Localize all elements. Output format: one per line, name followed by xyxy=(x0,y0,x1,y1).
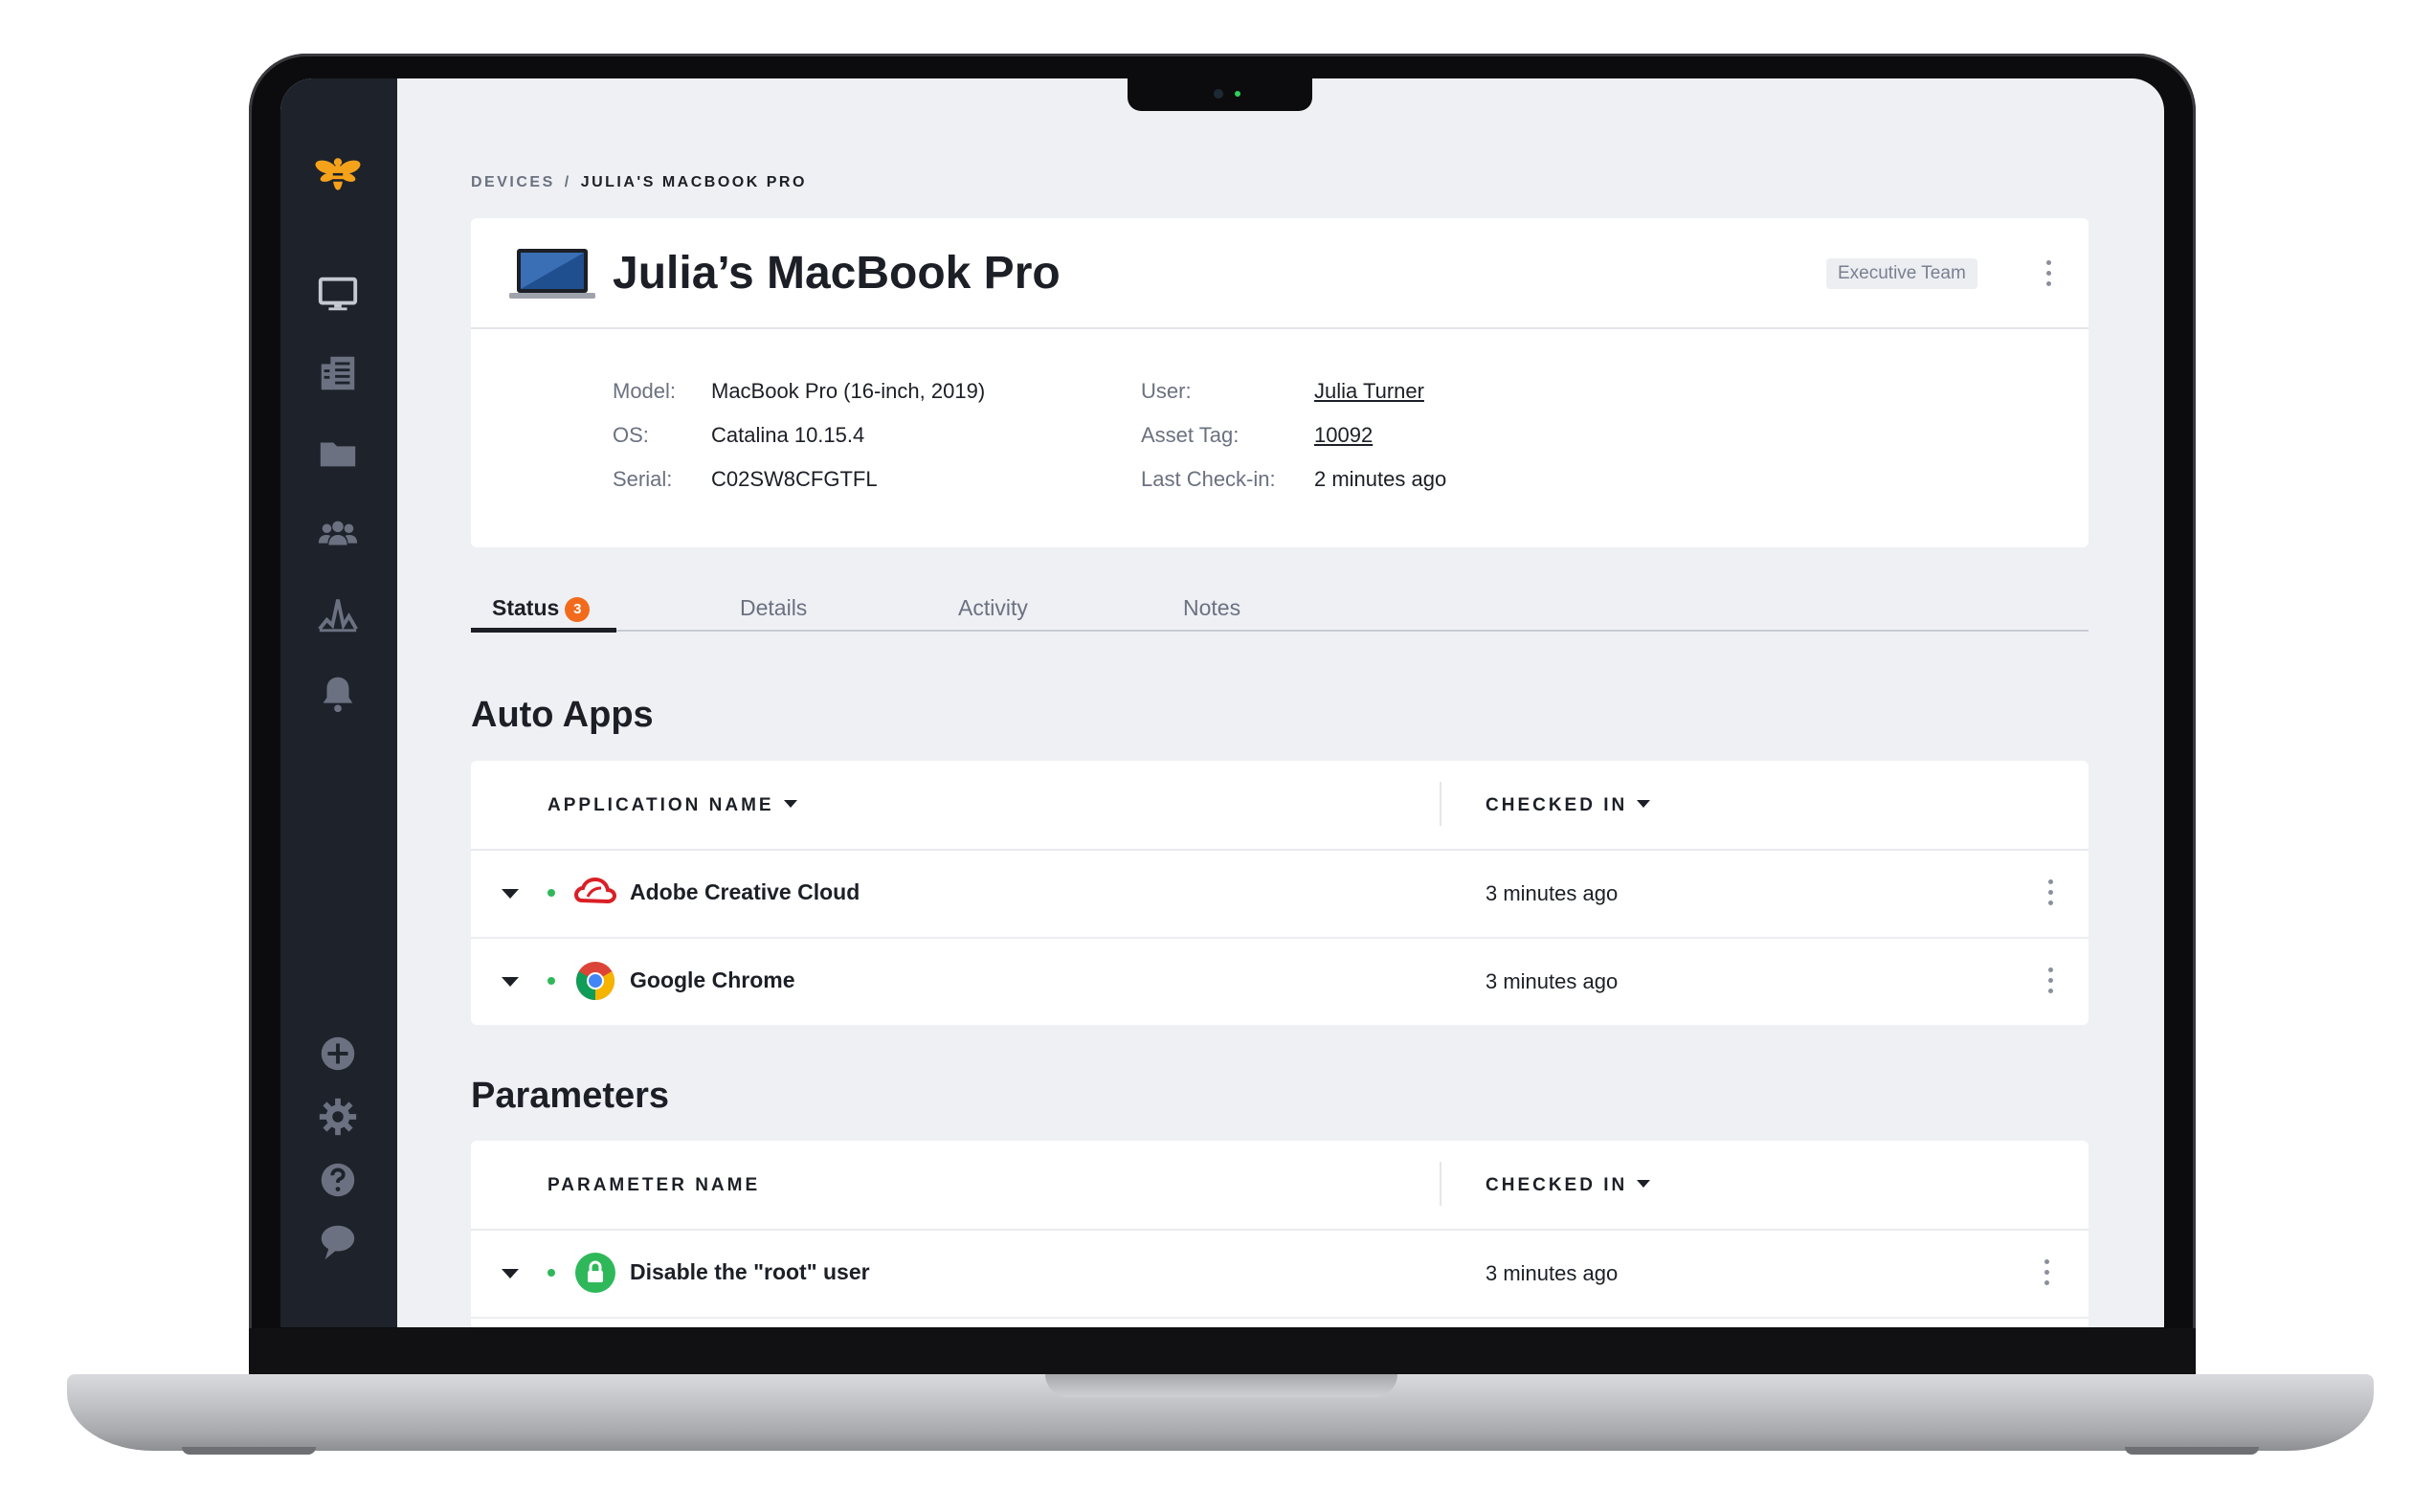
app-name: Adobe Creative Cloud xyxy=(630,879,860,904)
tab-status[interactable]: Status 3 xyxy=(492,595,591,622)
column-header-label: CHECKED IN xyxy=(1486,795,1628,815)
tab-status-label: Status xyxy=(492,595,560,620)
sort-checked-in[interactable]: CHECKED IN xyxy=(1486,795,1651,816)
chat-icon[interactable] xyxy=(314,1217,362,1265)
model-label: Model: xyxy=(613,379,677,403)
laptop-foot xyxy=(182,1447,316,1455)
column-divider xyxy=(1440,782,1441,826)
table-row[interactable]: Google Chrome 3 minutes ago xyxy=(471,937,2089,1025)
row-more-icon[interactable] xyxy=(2046,967,2054,993)
last-checkin-label: Last Check-in: xyxy=(1141,467,1276,491)
bee-logo-icon[interactable] xyxy=(314,151,362,199)
camera-light xyxy=(1235,91,1240,97)
tab-notes[interactable]: Notes xyxy=(1183,595,1240,621)
tab-activity[interactable]: Activity xyxy=(958,595,1028,621)
screen: DEVICES / JULIA'S MACBOOK PRO Julia’s MacB… xyxy=(280,78,2164,1327)
status-count-badge: 3 xyxy=(565,597,591,622)
expand-row-icon[interactable] xyxy=(502,1269,519,1279)
last-checkin-value: 2 minutes ago xyxy=(1314,467,1447,491)
breadcrumb-separator: / xyxy=(564,174,571,190)
main-content: DEVICES / JULIA'S MACBOOK PRO Julia’s MacB… xyxy=(397,78,2164,1327)
serial-value: C02SW8CFGTFL xyxy=(711,467,878,491)
devices-icon[interactable] xyxy=(314,270,362,318)
group-tag[interactable]: Executive Team xyxy=(1826,258,1977,289)
sort-application-name[interactable]: APPLICATION NAME xyxy=(547,795,797,816)
parameters-title: Parameters xyxy=(471,1076,670,1116)
activity-chart-icon[interactable] xyxy=(314,590,362,638)
app-name: Google Chrome xyxy=(630,967,795,992)
model-value: MacBook Pro (16-inch, 2019) xyxy=(711,379,986,403)
parameter-name: Disable the "root" user xyxy=(630,1259,870,1284)
page-title: Julia’s MacBook Pro xyxy=(613,248,1061,299)
checked-in-time: 3 minutes ago xyxy=(1486,881,1619,905)
user-label: User: xyxy=(1141,379,1192,403)
auto-apps-table: APPLICATION NAME CHECKED IN Adobe Creati… xyxy=(471,761,2089,1025)
blueprints-icon[interactable] xyxy=(314,349,362,397)
breadcrumb: DEVICES / JULIA'S MACBOOK PRO xyxy=(471,174,807,191)
camera-notch xyxy=(1128,78,1312,111)
column-divider xyxy=(1440,1162,1441,1206)
asset-tag-link[interactable]: 10092 xyxy=(1314,423,1373,448)
checked-in-time: 3 minutes ago xyxy=(1486,1261,1619,1285)
device-header: Julia’s MacBook Pro Executive Team xyxy=(471,218,2089,329)
status-dot xyxy=(547,1269,555,1277)
chrome-icon xyxy=(576,962,614,1000)
os-value: Catalina 10.15.4 xyxy=(711,423,865,447)
asset-tag-label: Asset Tag: xyxy=(1141,423,1240,447)
bell-icon[interactable] xyxy=(314,670,362,718)
auto-apps-title: Auto Apps xyxy=(471,695,654,735)
status-dot xyxy=(547,977,555,985)
lock-icon xyxy=(575,1253,615,1293)
adobe-creative-cloud-icon xyxy=(574,877,616,904)
row-more-icon[interactable] xyxy=(2046,879,2054,905)
macbook-icon xyxy=(509,249,595,299)
breadcrumb-current: JULIA'S MACBOOK PRO xyxy=(580,174,807,190)
checked-in-time: 3 minutes ago xyxy=(1486,969,1619,993)
parameters-table: PARAMETER NAME CHECKED IN Disable the "r… xyxy=(471,1141,2089,1327)
device-info: Model: MacBook Pro (16-inch, 2019) OS: C… xyxy=(471,327,2089,547)
serial-label: Serial: xyxy=(613,467,673,491)
device-summary-card: Julia’s MacBook Pro Executive Team Model… xyxy=(471,218,2089,547)
expand-row-icon[interactable] xyxy=(502,977,519,987)
table-header: APPLICATION NAME CHECKED IN xyxy=(471,761,2089,851)
tab-details[interactable]: Details xyxy=(740,595,807,621)
tab-bar: Status 3 Details Activity Notes xyxy=(471,595,2089,633)
row-more-icon[interactable] xyxy=(2043,1259,2050,1285)
table-row[interactable]: Adobe Creative Cloud 3 minutes ago xyxy=(471,849,2089,939)
table-header: PARAMETER NAME CHECKED IN xyxy=(471,1141,2089,1231)
column-parameter-name: PARAMETER NAME xyxy=(547,1175,761,1195)
caret-down-icon xyxy=(783,800,797,808)
help-icon[interactable] xyxy=(314,1156,362,1204)
gear-icon[interactable] xyxy=(314,1093,362,1141)
device-more-icon[interactable] xyxy=(2044,260,2052,286)
column-header-label: APPLICATION NAME xyxy=(547,795,774,815)
status-dot xyxy=(547,889,555,897)
laptop-foot xyxy=(2125,1447,2259,1455)
caret-down-icon xyxy=(1637,800,1651,808)
active-tab-indicator xyxy=(471,628,616,633)
caret-down-icon xyxy=(1637,1180,1651,1188)
breadcrumb-devices-link[interactable]: DEVICES xyxy=(471,174,555,190)
folder-icon[interactable] xyxy=(314,430,362,478)
table-row[interactable]: Disable the "root" user 3 minutes ago xyxy=(471,1229,2089,1319)
os-label: OS: xyxy=(613,423,649,447)
laptop-base-notch xyxy=(1045,1374,1397,1397)
sort-checked-in[interactable]: CHECKED IN xyxy=(1486,1175,1651,1196)
users-icon[interactable] xyxy=(314,510,362,558)
column-header-label: CHECKED IN xyxy=(1486,1175,1628,1195)
camera-lens xyxy=(1214,89,1223,99)
add-circle-icon[interactable] xyxy=(314,1030,362,1078)
expand-row-icon[interactable] xyxy=(502,889,519,899)
user-link[interactable]: Julia Turner xyxy=(1314,379,1424,404)
sidebar xyxy=(280,78,397,1327)
